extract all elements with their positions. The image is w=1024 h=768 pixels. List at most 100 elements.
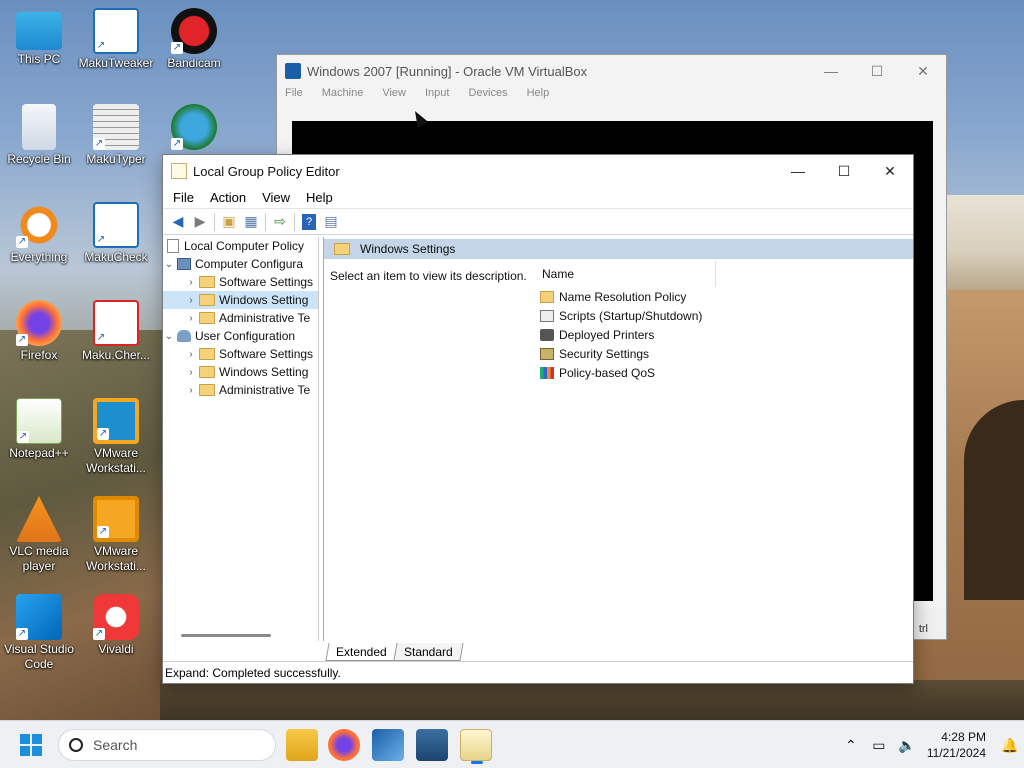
desktop-icon-label: VMware Workstati... [86, 544, 146, 573]
menu-file[interactable]: File [285, 87, 303, 107]
menu-devices[interactable]: Devices [468, 87, 507, 107]
desktop-icon-makucherry[interactable]: ↗ Maku.Cher... [78, 300, 154, 363]
tab-extended[interactable]: Extended [325, 643, 398, 661]
list-item-name-resolution-policy[interactable]: Name Resolution Policy [540, 287, 914, 306]
folder-icon [199, 366, 215, 378]
chevron-right-icon[interactable]: › [185, 367, 197, 378]
security-icon [540, 347, 554, 360]
list-item-security-settings[interactable]: Security Settings [540, 344, 914, 363]
desktop-icon-label: Visual Studio Code [4, 642, 74, 671]
vm-window-icon[interactable] [416, 729, 448, 761]
status-text: Expand: Completed successfully. [165, 665, 341, 680]
gpe-titlebar[interactable]: Local Group Policy Editor — ☐ ✕ [163, 155, 913, 187]
qos-icon [540, 366, 554, 379]
virtualbox-icon[interactable] [372, 729, 404, 761]
firefox-icon[interactable] [328, 729, 360, 761]
search-placeholder: Search [93, 737, 138, 753]
tree-item-computer-configuration[interactable]: ⌄ Computer Configura [163, 255, 318, 273]
virtualbox-titlebar[interactable]: Windows 2007 [Running] - Oracle VM Virtu… [277, 55, 946, 87]
show-hide-tree-icon[interactable]: ▦ [240, 212, 262, 232]
desktop-icon-idm[interactable]: ↗ [156, 104, 232, 152]
back-arrow-icon[interactable]: ◀ [167, 212, 189, 232]
column-header-name[interactable]: Name [540, 261, 716, 287]
desktop-icon-vscode[interactable]: ↗ Visual Studio Code [1, 594, 77, 672]
menu-help[interactable]: Help [306, 190, 333, 205]
tree-item-user-configuration[interactable]: ⌄ User Configuration [163, 327, 318, 345]
up-folder-icon[interactable]: ▣ [218, 212, 240, 232]
minimize-button[interactable]: — [808, 56, 854, 86]
close-button[interactable]: ✕ [900, 56, 946, 86]
tree-item-computer-software-settings[interactable]: › Software Settings [163, 273, 318, 291]
tab-standard[interactable]: Standard [393, 643, 464, 661]
taskbar-search[interactable]: Search [58, 729, 276, 761]
desktop-icon-label: This PC [17, 52, 61, 66]
chevron-right-icon[interactable]: › [185, 385, 197, 396]
tree-item-label: Administrative Te [219, 383, 311, 397]
desktop-icon-vlc[interactable]: VLC media player [1, 496, 77, 574]
file-explorer-icon[interactable] [286, 729, 318, 761]
desktop-icon-vmware-1[interactable]: ↗ VMware Workstati... [78, 398, 154, 476]
menu-action[interactable]: Action [210, 190, 246, 205]
makucheck-icon: ↗ [93, 202, 139, 248]
chevron-down-icon[interactable]: ⌄ [163, 331, 175, 342]
group-policy-editor-window[interactable]: Local Group Policy Editor — ☐ ✕ File Act… [162, 154, 914, 684]
close-button[interactable]: ✕ [867, 156, 913, 186]
list-item-label: Deployed Printers [559, 327, 655, 342]
start-button[interactable] [20, 734, 42, 756]
desktop-icon-vivaldi[interactable]: ↗ Vivaldi [78, 594, 154, 657]
chevron-right-icon[interactable]: › [185, 295, 197, 306]
maximize-button[interactable]: ☐ [854, 56, 900, 86]
desktop-icon-this-pc[interactable]: This PC [1, 8, 77, 67]
tab-label: Standard [403, 644, 453, 659]
tree-item-computer-windows-settings[interactable]: › Windows Setting [163, 291, 318, 309]
description-text: Select an item to view its description. [330, 269, 527, 283]
menu-file[interactable]: File [173, 190, 194, 205]
export-list-icon[interactable]: ⇨ [269, 212, 291, 232]
monitor-icon [16, 12, 62, 50]
notepad-icon[interactable] [460, 729, 492, 764]
desktop-icon-recycle-bin[interactable]: Recycle Bin [1, 104, 77, 167]
chevron-right-icon[interactable]: › [185, 313, 197, 324]
chevron-right-icon[interactable]: › [185, 277, 197, 288]
desktop-icon-vmware-2[interactable]: ↗ VMware Workstati... [78, 496, 154, 574]
notification-bell-icon[interactable]: 🔔 [1000, 737, 1020, 754]
chevron-right-icon[interactable]: › [185, 349, 197, 360]
list-item-deployed-printers[interactable]: Deployed Printers [540, 325, 914, 344]
desktop-icon-bandicam[interactable]: ↗ Bandicam [156, 8, 232, 71]
desktop-icon-makucheck[interactable]: ↗ MakuCheck [78, 202, 154, 265]
windows-logo-tile [32, 734, 42, 744]
menu-view[interactable]: View [382, 87, 406, 107]
tree-horizontal-scrollbar[interactable] [181, 634, 271, 637]
tree-item-local-computer-policy[interactable]: Local Computer Policy [163, 237, 318, 255]
vmware-icon: ↗ [93, 398, 139, 444]
list-item-label: Policy-based QoS [559, 365, 656, 380]
network-icon[interactable]: ▭ [869, 737, 889, 754]
desktop-icon-makutyper[interactable]: ↗ MakuTyper [78, 104, 154, 167]
desktop-icon-notepadpp[interactable]: ↗ Notepad++ [1, 398, 77, 461]
tree-item-user-windows-settings[interactable]: › Windows Setting [163, 363, 318, 381]
list-item-policy-based-qos[interactable]: Policy-based QoS [540, 363, 914, 382]
help-icon[interactable]: ? [302, 213, 316, 230]
desktop-icon-makutweaker[interactable]: ↗ MakuTweaker [78, 8, 154, 71]
chevron-up-icon[interactable]: ⌃ [841, 737, 861, 754]
speaker-icon[interactable]: 🔈 [897, 737, 917, 754]
tree-item-user-administrative-templates[interactable]: › Administrative Te [163, 381, 318, 399]
desktop-icon-firefox[interactable]: ↗ Firefox [1, 300, 77, 363]
clock[interactable]: 4:28 PM 11/21/2024 [927, 729, 986, 761]
minimize-button[interactable]: — [775, 156, 821, 186]
user-icon [177, 330, 191, 342]
chevron-down-icon[interactable]: ⌄ [163, 259, 175, 270]
menu-view[interactable]: View [262, 190, 290, 205]
menu-machine[interactable]: Machine [322, 87, 364, 107]
desktop-icon-everything[interactable]: ↗ Everything [1, 202, 77, 265]
maximize-button[interactable]: ☐ [821, 156, 867, 186]
properties-icon[interactable]: ▤ [320, 212, 342, 232]
tree-item-user-software-settings[interactable]: › Software Settings [163, 345, 318, 363]
details-pane: Windows Settings Select an item to view … [323, 237, 913, 641]
forward-arrow-icon[interactable]: ▶ [189, 212, 211, 232]
menu-help[interactable]: Help [527, 87, 550, 107]
tree-item-computer-administrative-templates[interactable]: › Administrative Te [163, 309, 318, 327]
menu-input[interactable]: Input [425, 87, 449, 107]
list-item-scripts[interactable]: Scripts (Startup/Shutdown) [540, 306, 914, 325]
list-item-label: Name Resolution Policy [559, 289, 687, 304]
